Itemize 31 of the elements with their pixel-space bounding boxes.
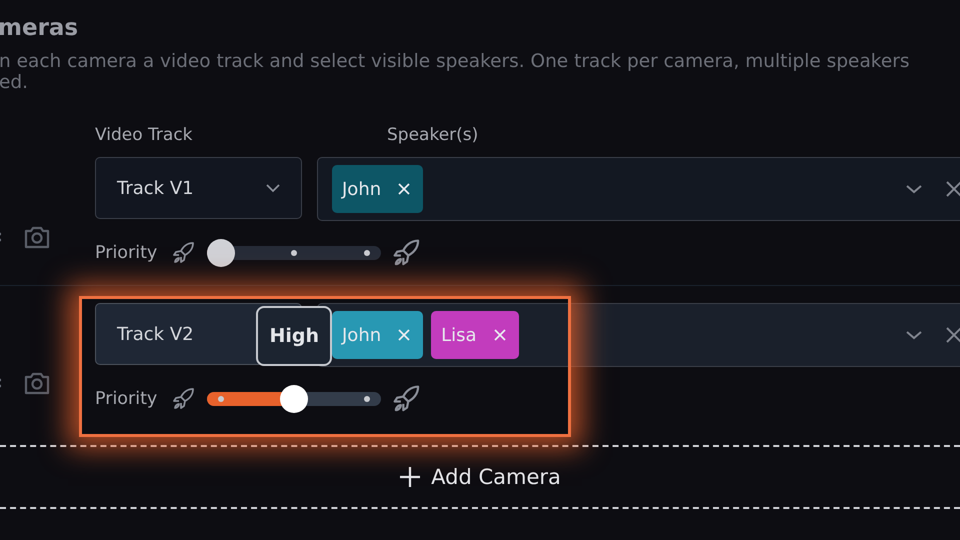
priority-slider[interactable]	[207, 385, 382, 413]
slider-thumb[interactable]	[207, 239, 236, 267]
speaker-name: John	[342, 178, 382, 200]
remove-icon[interactable]	[492, 328, 507, 342]
remove-icon[interactable]	[397, 182, 412, 196]
section-description: ed.	[0, 72, 30, 93]
chevron-down-icon[interactable]	[905, 330, 923, 340]
speaker-name: Lisa	[441, 324, 477, 346]
priority-label: Priority	[95, 389, 158, 409]
plus-icon	[399, 466, 422, 488]
priority-slider[interactable]	[207, 239, 382, 267]
speaker-tag[interactable]: Lisa	[431, 311, 519, 359]
clear-icon[interactable]	[945, 180, 960, 198]
section-title: meras	[0, 14, 80, 43]
tooltip: High	[256, 306, 332, 366]
column-heading: Video Track	[95, 124, 194, 147]
section-description: n each camera a video track and select visible speakers. One track per camera, multiple speakers	[0, 51, 910, 72]
speakers-field[interactable]: John	[317, 157, 960, 221]
slider-thumb[interactable]	[280, 385, 308, 413]
priority-label: Priority	[95, 243, 158, 263]
drag-handle-icon[interactable]	[0, 376, 3, 390]
drag-handle-icon[interactable]	[0, 230, 3, 244]
chevron-down-icon	[265, 183, 281, 193]
chevron-down-icon[interactable]	[905, 184, 923, 194]
column-heading: Speaker(s)	[387, 124, 478, 147]
speakers-field[interactable]: John Lisa	[317, 303, 960, 367]
speaker-tag[interactable]: John	[332, 165, 424, 213]
speaker-name: John	[342, 324, 382, 346]
track-select[interactable]: Track V1	[95, 157, 302, 219]
clear-icon[interactable]	[945, 326, 960, 344]
add-camera-button[interactable]: Add Camera	[395, 465, 565, 489]
